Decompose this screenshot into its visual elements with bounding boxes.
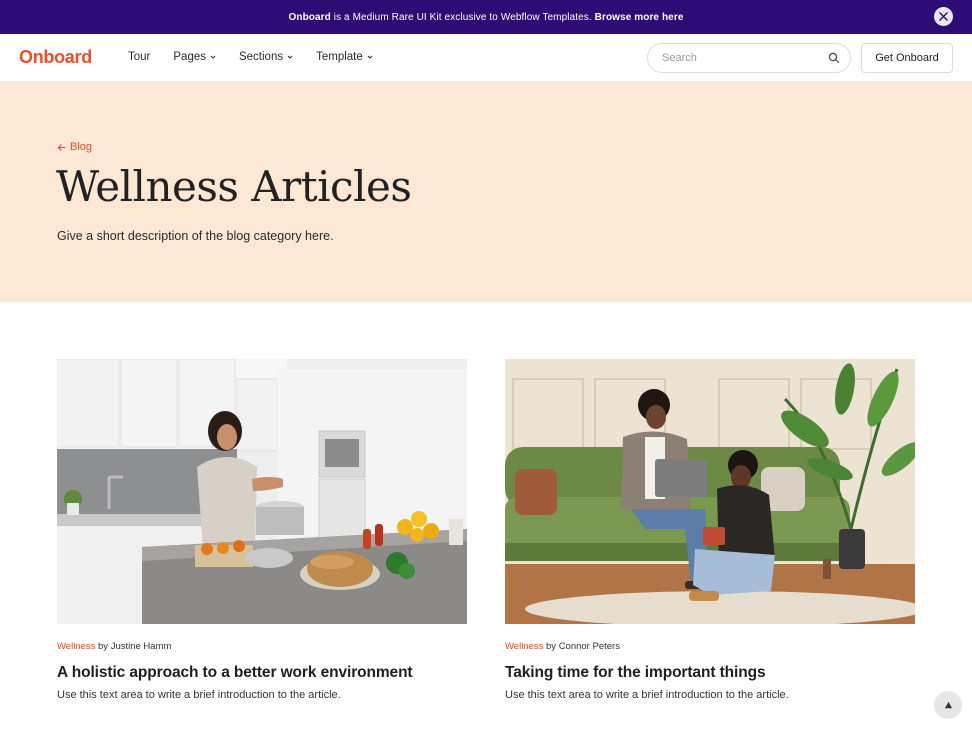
nav-item-label: Tour (128, 51, 151, 63)
nav-item-label: Template (316, 51, 363, 63)
article-author: Justine Hamm (110, 641, 172, 652)
announcement-text: Onboard is a Medium Rare UI Kit exclusiv… (289, 12, 684, 23)
article-by: by (543, 641, 559, 652)
article-title[interactable]: A holistic approach to a better work env… (57, 664, 467, 682)
nav-item-label: Sections (238, 51, 284, 63)
article-title[interactable]: Taking time for the important things (505, 664, 915, 682)
close-icon (939, 12, 948, 21)
announcement-message: is a Medium Rare UI Kit exclusive to Web… (330, 11, 595, 23)
chevron-down-icon (210, 55, 216, 59)
search-input[interactable] (662, 52, 828, 64)
article-author: Connor Peters (558, 641, 620, 652)
chevron-down-icon (287, 55, 293, 59)
announcement-close-button[interactable] (934, 7, 953, 26)
back-to-blog-link[interactable]: Blog (57, 141, 92, 153)
article-excerpt: Use this text area to write a brief intr… (505, 689, 789, 701)
kitchen-photo (57, 359, 467, 624)
article-excerpt: Use this text area to write a brief intr… (57, 689, 341, 701)
announcement-brand: Onboard (288, 11, 331, 23)
nav-links: Tour Pages Sections Template (128, 51, 396, 63)
article-image-kitchen[interactable] (57, 359, 467, 624)
article-category-link[interactable]: Wellness (505, 641, 543, 652)
nav-item-pages[interactable]: Pages (173, 51, 216, 63)
page-description: Give a short description of the blog cat… (57, 229, 334, 243)
page-title: Wellness Articles (56, 162, 412, 211)
search-box (647, 43, 851, 73)
scroll-to-top-button[interactable] (934, 691, 962, 719)
announcement-link[interactable]: Browse more here (595, 12, 684, 23)
nav-item-label: Pages (173, 51, 206, 63)
arrow-up-icon (944, 701, 952, 708)
search-icon[interactable] (828, 52, 840, 64)
article-card[interactable]: Wellness by Justine Hamm A holistic appr… (57, 359, 467, 701)
article-meta: Wellness by Justine Hamm (57, 641, 467, 652)
chevron-down-icon (367, 55, 373, 59)
article-category-link[interactable]: Wellness (57, 641, 95, 652)
arrow-left-icon (57, 143, 66, 151)
nav-item-tour[interactable]: Tour (128, 51, 150, 63)
get-onboard-button[interactable]: Get Onboard (861, 43, 953, 73)
article-image-living-room[interactable] (505, 359, 915, 624)
living-room-photo (505, 359, 915, 624)
announcement-bar: Onboard is a Medium Rare UI Kit exclusiv… (0, 0, 972, 34)
article-meta: Wellness by Connor Peters (505, 641, 915, 652)
nav-item-template[interactable]: Template (316, 51, 373, 63)
logo[interactable]: Onboard (19, 47, 92, 68)
article-card[interactable]: Wellness by Connor Peters Taking time fo… (505, 359, 915, 701)
article-by: by (95, 641, 111, 652)
category-hero: Blog Wellness Articles Give a short desc… (0, 82, 972, 302)
nav-item-sections[interactable]: Sections (239, 51, 293, 63)
top-navigation: Onboard Tour Pages Sections Template Get… (0, 34, 972, 82)
back-link-label: Blog (70, 141, 93, 153)
